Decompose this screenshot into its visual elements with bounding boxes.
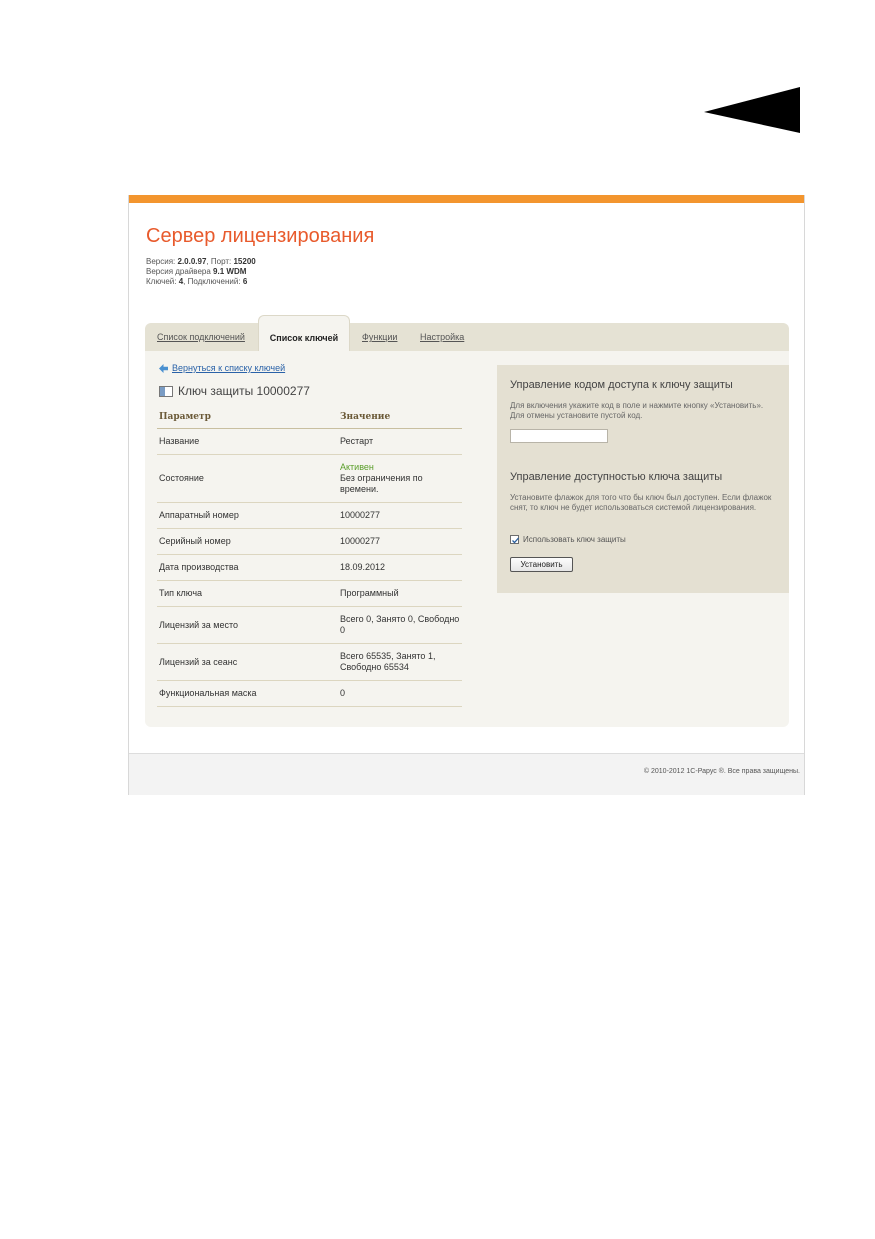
set-button[interactable]: Установить: [510, 557, 573, 572]
header-value: Значение: [338, 406, 462, 429]
driver-label: Версия драйвера: [146, 267, 211, 276]
use-key-label: Использовать ключ защиты: [523, 535, 626, 544]
key-management-panel: Управление кодом доступа к ключу защиты …: [497, 365, 789, 593]
key-window-icon: [159, 385, 173, 397]
param-session-licenses: Лицензий за сеанс: [157, 643, 338, 681]
param-value: 0: [338, 680, 462, 707]
table-row: Лицензий за место Всего 0, Занято 0, Сво…: [157, 606, 462, 644]
table-row: Аппаратный номер 10000277: [157, 502, 462, 529]
param-seat-licenses: Лицензий за место: [157, 606, 338, 644]
driver-value: 9.1 WDM: [213, 267, 247, 276]
key-heading: Ключ защиты 10000277: [159, 384, 310, 398]
param-production-date: Дата производства: [157, 554, 338, 581]
footer-copyright: © 2010-2012 1С-Рарус ®. Все права защище…: [643, 768, 800, 775]
availability-description: Установите флажок для того что бы ключ б…: [510, 493, 772, 512]
table-row: Серийный номер 10000277: [157, 528, 462, 555]
param-function-mask: Функциональная маска: [157, 680, 338, 707]
port-label: Порт:: [210, 257, 232, 266]
back-arrow-icon: [159, 363, 168, 373]
header-param: Параметр: [157, 406, 338, 429]
param-value: 10000277: [338, 502, 462, 529]
header-accent-bar: [129, 195, 804, 203]
tab-connections[interactable]: Список подключений: [157, 323, 245, 351]
tab-content: Вернуться к списку ключей Ключ защиты 10…: [145, 351, 789, 727]
table-row: Тип ключа Программный: [157, 580, 462, 607]
back-to-keys-link[interactable]: Вернуться к списку ключей: [159, 363, 285, 373]
param-value: Рестарт: [338, 428, 462, 455]
access-code-heading: Управление кодом доступа к ключу защиты: [510, 379, 733, 391]
app-window: Сервер лицензирования Версия: 2.0.0.97, …: [128, 195, 805, 795]
param-name: Название: [157, 428, 338, 455]
tab-keys[interactable]: Список ключей: [258, 315, 350, 351]
use-key-checkbox[interactable]: [510, 535, 519, 544]
connections-value: 6: [242, 277, 248, 286]
table-row: Лицензий за сеанс Всего 65535, Занято 1,…: [157, 643, 462, 681]
param-value: 18.09.2012: [338, 554, 462, 581]
param-value: Всего 0, Занято 0, Свободно 0: [338, 606, 462, 644]
param-state-value: Активен Без ограничения по времени.: [338, 454, 462, 503]
param-value: Всего 65535, Занято 1, Свободно 65534: [338, 643, 462, 681]
page-title: Сервер лицензирования: [146, 225, 375, 247]
table-row: Название Рестарт: [157, 428, 462, 455]
pointer-arrow-icon: [704, 87, 800, 133]
checkmark-icon: [512, 537, 519, 544]
key-title-text: Ключ защиты 10000277: [178, 384, 310, 398]
server-info: Версия: 2.0.0.97, Порт: 15200 Версия дра…: [146, 257, 256, 286]
tab-bar: Список подключений Список ключей Функции…: [145, 315, 789, 351]
param-state: Состояние: [157, 454, 338, 503]
param-value: Программный: [338, 580, 462, 607]
status-detail: Без ограничения по времени.: [340, 473, 423, 494]
version-value: 2.0.0.97: [177, 257, 207, 266]
keys-value: 4: [178, 277, 184, 286]
use-key-row: Использовать ключ защиты: [510, 535, 626, 544]
back-link-label: Вернуться к списку ключей: [172, 363, 286, 373]
port-value: 15200: [233, 257, 256, 266]
table-header-row: Параметр Значение: [157, 406, 462, 429]
param-serial-number: Серийный номер: [157, 528, 338, 555]
param-key-type: Тип ключа: [157, 580, 338, 607]
availability-heading: Управление доступностью ключа защиты: [510, 471, 723, 483]
table-row: Дата производства 18.09.2012: [157, 554, 462, 581]
connections-label: Подключений:: [187, 277, 241, 286]
access-code-input[interactable]: [510, 429, 608, 443]
footer: © 2010-2012 1С-Рарус ®. Все права защище…: [129, 753, 804, 795]
tab-settings[interactable]: Настройка: [420, 323, 464, 351]
param-value: 10000277: [338, 528, 462, 555]
table-row: Состояние Активен Без ограничения по вре…: [157, 454, 462, 503]
status-active: Активен: [340, 462, 374, 472]
version-label: Версия:: [146, 257, 176, 266]
key-params-table: Параметр Значение Название Рестарт Состо…: [157, 406, 462, 707]
table-row: Функциональная маска 0: [157, 680, 462, 707]
access-code-description: Для включения укажите код в поле и нажми…: [510, 401, 764, 420]
keys-label: Ключей:: [146, 277, 177, 286]
tab-functions[interactable]: Функции: [362, 323, 397, 351]
param-hardware-number: Аппаратный номер: [157, 502, 338, 529]
